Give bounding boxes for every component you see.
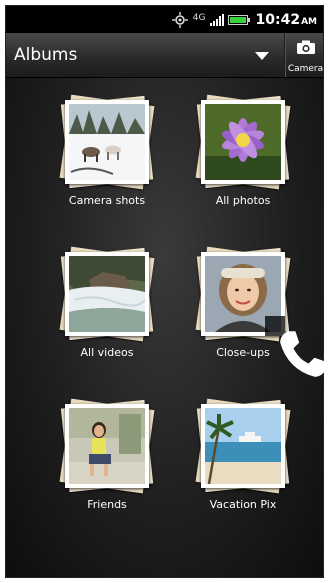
- title-bar: Albums Camera: [6, 33, 323, 78]
- phone-badge: [265, 316, 326, 377]
- girl-sitting-image: [69, 408, 145, 484]
- clock-ampm: AM: [301, 17, 317, 27]
- river-rapids-image: [69, 256, 145, 332]
- status-bar: 4G 10:42AM: [6, 6, 323, 33]
- album-label: Friends: [87, 498, 127, 511]
- network-type-label: 4G: [192, 12, 206, 23]
- signal-icon: [209, 14, 224, 26]
- battery-icon: [227, 15, 250, 25]
- album-camera-shots[interactable]: Camera shots: [47, 92, 167, 222]
- album-friends[interactable]: Friends: [47, 396, 167, 526]
- album-grid: Camera shots All photos All videos Close…: [6, 78, 326, 577]
- album-vacation-pix[interactable]: Vacation Pix: [183, 396, 303, 526]
- album-all-videos[interactable]: All videos: [47, 244, 167, 374]
- album-thumbnail: [65, 100, 149, 184]
- beach-cruise-ship-image: [205, 408, 281, 484]
- camera-icon: [297, 40, 315, 54]
- album-label: Camera shots: [68, 194, 146, 207]
- clock-time: 10:42: [255, 12, 301, 28]
- album-thumbnail: [201, 252, 326, 377]
- camera-label: Camera: [287, 64, 324, 74]
- album-thumbnail: [201, 100, 285, 184]
- purple-flower-image: [205, 104, 281, 180]
- album-selector[interactable]: Albums: [6, 33, 281, 77]
- album-stack: [59, 398, 155, 494]
- album-thumbnail: [201, 404, 285, 488]
- gps-icon: [171, 12, 188, 28]
- album-stack: [59, 246, 155, 342]
- album-all-photos[interactable]: All photos: [183, 92, 303, 222]
- status-icons: 4G 10:42AM: [171, 10, 317, 30]
- album-label: All photos: [215, 194, 271, 207]
- album-label: Vacation Pix: [209, 498, 277, 511]
- album-stack: [195, 94, 291, 190]
- dropdown-arrow-icon: [255, 52, 269, 60]
- album-label: All videos: [80, 346, 134, 359]
- snow-dog-sled-image: [69, 104, 145, 180]
- album-stack: [195, 246, 326, 377]
- page-title: Albums: [14, 45, 78, 65]
- album-stack: [195, 398, 291, 494]
- clock: 10:42AM: [256, 12, 318, 28]
- camera-button[interactable]: Camera: [284, 33, 326, 77]
- album-close-ups[interactable]: Close-ups: [183, 244, 326, 377]
- album-label: Close-ups: [216, 346, 270, 359]
- album-thumbnail: [65, 252, 149, 336]
- album-thumbnail: [65, 404, 149, 488]
- phone-screen: 4G 10:42AM Albums Camera Camera shots Al…: [5, 5, 326, 578]
- album-stack: [59, 94, 155, 190]
